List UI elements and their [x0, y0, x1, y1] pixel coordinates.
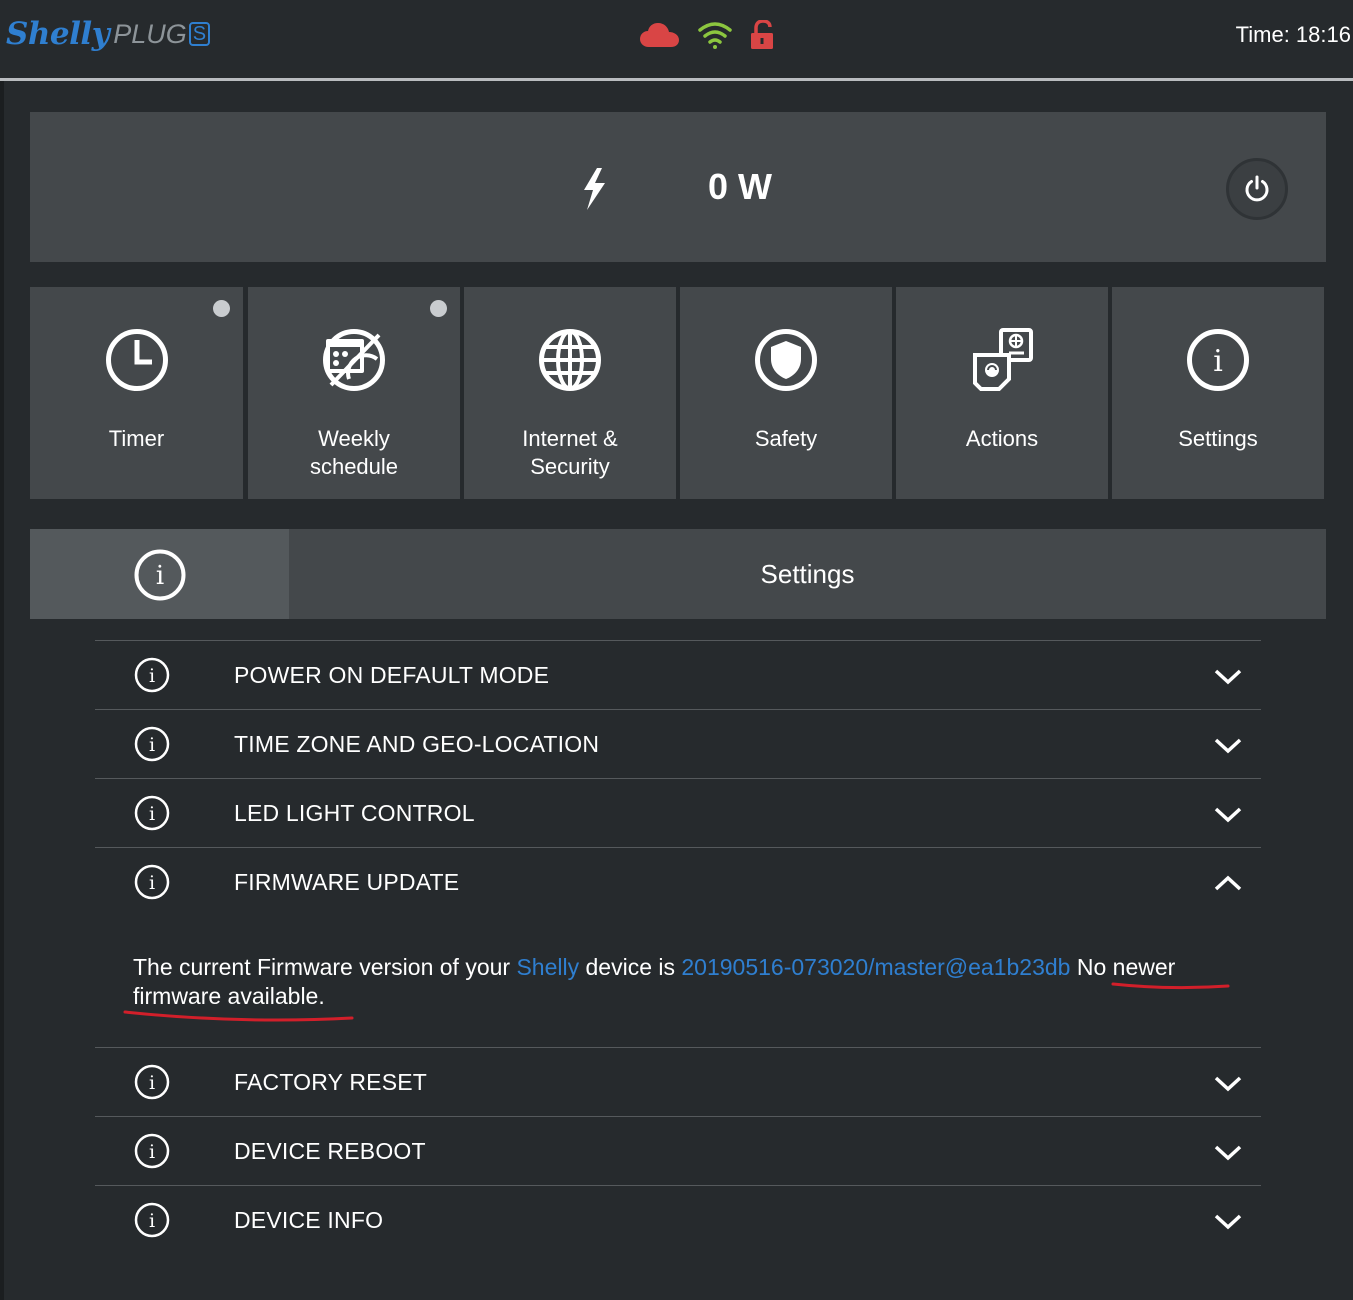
accordion-device-info[interactable]: i DEVICE INFO — [95, 1185, 1261, 1254]
accordion-label: POWER ON DEFAULT MODE — [234, 662, 550, 688]
info-icon: i — [134, 1133, 170, 1169]
power-toggle-button[interactable] — [1226, 158, 1288, 220]
device-name-link: Shelly — [516, 954, 580, 980]
settings-panel-header: i Settings — [30, 529, 1326, 619]
chevron-down-icon — [1214, 1076, 1242, 1092]
firmware-text-middle: device is — [579, 954, 682, 980]
chevron-down-icon — [1214, 1214, 1242, 1230]
status-icons — [640, 20, 774, 50]
firmware-info-text: The current Firmware version of your She… — [133, 953, 1233, 1011]
accordion-label: DEVICE REBOOT — [234, 1138, 426, 1164]
top-bar: Shelly PLUG S Time: 18:16 — [0, 0, 1353, 78]
power-panel — [30, 112, 1326, 262]
accordion-time-zone-geo-location[interactable]: i TIME ZONE AND GEO-LOCATION — [95, 709, 1261, 778]
accordion-power-on-default-mode[interactable]: i POWER ON DEFAULT MODE — [95, 640, 1261, 709]
power-icon — [1245, 175, 1269, 202]
tile-label-weekly-schedule: Weekly schedule — [309, 426, 399, 479]
tile-settings[interactable]: i Settings — [1112, 287, 1324, 499]
actions-icon — [973, 328, 1033, 391]
info-icon: i — [134, 795, 170, 831]
firmware-text-before: The current Firmware version of your — [133, 954, 517, 980]
clock-icon — [105, 329, 168, 391]
accordion-label: LED LIGHT CONTROL — [234, 800, 475, 826]
accordion-factory-reset[interactable]: i FACTORY RESET — [95, 1047, 1261, 1116]
svg-text:i: i — [1213, 344, 1223, 379]
info-icon: i — [134, 726, 170, 762]
svg-text:i: i — [149, 1072, 155, 1094]
info-icon: i — [1187, 329, 1249, 391]
power-value: 0 W — [708, 166, 773, 207]
tile-timer[interactable]: Timer — [30, 287, 243, 499]
tile-label-actions: Actions — [965, 426, 1039, 451]
firmware-version: 20190516-073020/master@ea1b23db — [681, 954, 1071, 980]
accordion-label: DEVICE INFO — [234, 1207, 384, 1233]
tile-weekly-schedule[interactable]: Weekly schedule — [248, 287, 460, 499]
tile-label-internet-security: Internet & Security — [522, 426, 618, 479]
svg-text:i: i — [149, 803, 155, 825]
settings-header-icon-box: i — [30, 529, 289, 619]
svg-text:i: i — [149, 872, 155, 894]
accordion-label: FACTORY RESET — [234, 1069, 428, 1095]
settings-title: Settings — [760, 558, 855, 589]
chevron-down-icon — [1214, 807, 1242, 823]
svg-text:i: i — [156, 561, 164, 591]
tile-internet-security[interactable]: Internet & Security — [464, 287, 676, 499]
tile-actions[interactable]: Actions — [896, 287, 1108, 499]
unlocked-padlock-icon — [751, 20, 773, 49]
accordion-firmware-update[interactable]: i FIRMWARE UPDATE — [95, 847, 1261, 916]
tile-label-safety: Safety — [754, 426, 818, 451]
shelly-logo: Shelly PLUG S — [6, 14, 211, 54]
wifi-icon — [698, 22, 732, 49]
schedule-indicator-dot — [430, 300, 447, 317]
chevron-up-icon — [1214, 875, 1242, 891]
info-icon: i — [134, 1064, 170, 1100]
info-icon: i — [134, 657, 170, 693]
current-time: Time: 18:16 — [1235, 22, 1351, 47]
lightning-bolt-icon — [584, 168, 605, 210]
left-edge — [0, 81, 4, 1300]
accordion-led-light-control[interactable]: i LED LIGHT CONTROL — [95, 778, 1261, 847]
shield-icon — [755, 329, 817, 391]
svg-text:i: i — [149, 1210, 155, 1232]
tile-safety[interactable]: Safety — [680, 287, 892, 499]
logo-model: PLUG S — [113, 14, 211, 54]
svg-text:i: i — [149, 734, 155, 756]
header-divider — [0, 78, 1353, 81]
globe-icon — [539, 329, 601, 391]
tile-label-timer: Timer — [108, 426, 165, 451]
logo-model-suffix: S — [188, 22, 211, 46]
accordion-label: FIRMWARE UPDATE — [234, 869, 460, 895]
info-icon: i — [134, 549, 186, 601]
timer-indicator-dot — [213, 300, 230, 317]
accordion-label: TIME ZONE AND GEO-LOCATION — [234, 731, 600, 757]
chevron-down-icon — [1214, 669, 1242, 685]
cloud-icon — [640, 23, 679, 47]
svg-text:i: i — [149, 1141, 155, 1163]
logo-brand: Shelly — [6, 16, 110, 52]
info-icon: i — [134, 1202, 170, 1238]
chevron-down-icon — [1214, 738, 1242, 754]
accordion-device-reboot[interactable]: i DEVICE REBOOT — [95, 1116, 1261, 1185]
chevron-down-icon — [1214, 1145, 1242, 1161]
svg-text:i: i — [149, 665, 155, 687]
logo-model-text: PLUG — [113, 19, 187, 49]
feature-tiles: Timer Weekly schedule Internet & Securit… — [30, 287, 1326, 499]
weekly-schedule-icon — [323, 329, 385, 391]
tile-label-settings: Settings — [1178, 426, 1258, 451]
info-icon: i — [134, 864, 170, 900]
